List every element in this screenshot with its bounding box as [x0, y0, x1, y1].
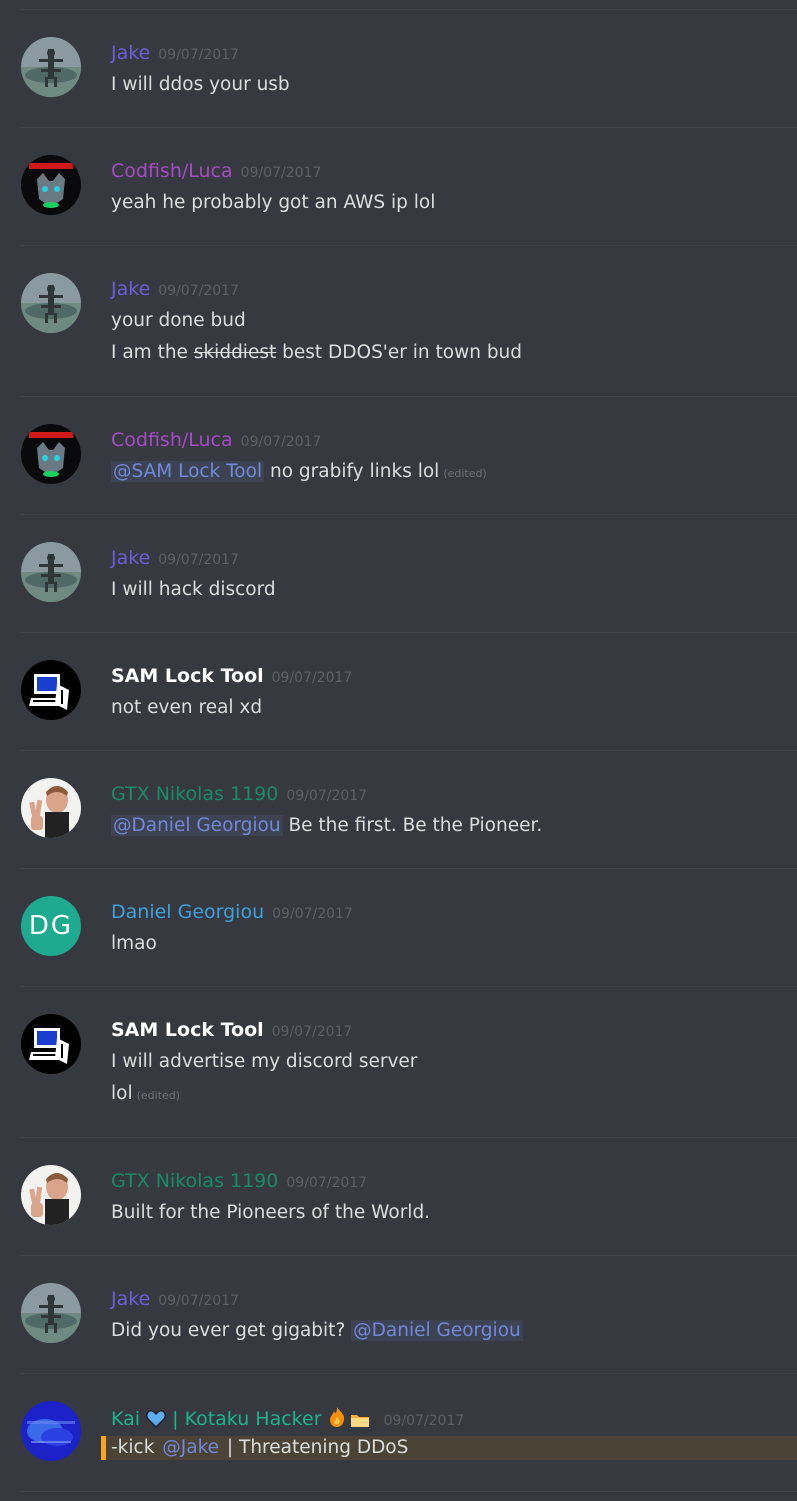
- avatar[interactable]: [21, 155, 81, 215]
- folder-icon: [350, 1411, 370, 1433]
- message-text: I am the skiddiest best DDOS'er in town …: [111, 342, 522, 363]
- user-mention[interactable]: @Daniel Georgiou: [111, 815, 283, 836]
- author-name[interactable]: Jake: [111, 1288, 150, 1310]
- message-divider: [20, 1137, 797, 1138]
- message-divider: [20, 127, 797, 128]
- text-segment: no grabify links lol: [264, 461, 440, 482]
- message-divider: [20, 396, 797, 397]
- message-header: Codfish/Luca 09/07/2017: [111, 160, 321, 182]
- author-name[interactable]: Codfish/Luca: [111, 429, 233, 451]
- message-header: Jake 09/07/2017: [111, 42, 239, 64]
- timestamp: 09/07/2017: [271, 670, 353, 686]
- message-header: Kai | Kotaku Hacker 09/07/2017: [111, 1406, 464, 1433]
- author-name[interactable]: SAM Lock Tool: [111, 665, 264, 687]
- timestamp: 09/07/2017: [286, 788, 368, 804]
- avatar[interactable]: [21, 424, 81, 484]
- avatar[interactable]: DG: [21, 896, 81, 956]
- message-text: Built for the Pioneers of the World.: [111, 1202, 431, 1223]
- chat-messages: Jake 09/07/2017 I will ddos your usb Codf…: [0, 0, 797, 1501]
- message-header: GTX Nikolas 1190 09/07/2017: [111, 1170, 367, 1192]
- avatar[interactable]: [21, 37, 81, 97]
- avatar[interactable]: [21, 1014, 81, 1074]
- text-segment: Be the first. Be the Pioneer.: [282, 815, 543, 836]
- timestamp: 09/07/2017: [158, 47, 239, 63]
- message-text: @Daniel Georgiou Be the first. Be the Pi…: [111, 815, 542, 836]
- message-text: not even real xd: [111, 697, 263, 718]
- message-text: your done bud: [111, 310, 246, 331]
- message-text: -kick @Jake | Threatening DDoS: [101, 1436, 797, 1460]
- message-text: @SAM Lock Tool no grabify links lol (edit…: [111, 461, 487, 482]
- timestamp: 09/07/2017: [158, 552, 239, 568]
- text-segment: -kick: [111, 1437, 161, 1458]
- avatar-initials: DG: [28, 911, 74, 941]
- message-text: yeah he probably got an AWS ip lol: [111, 192, 436, 213]
- timestamp: 09/07/2017: [383, 1413, 465, 1429]
- author-name[interactable]: Jake: [111, 42, 150, 64]
- message-divider: [20, 9, 797, 10]
- text-segment: best DDOS'er in town bud: [276, 342, 523, 363]
- timestamp: 09/07/2017: [271, 1024, 353, 1040]
- fire-icon: [328, 1406, 346, 1433]
- user-mention[interactable]: @SAM Lock Tool: [111, 461, 265, 482]
- author-name[interactable]: Kai | Kotaku Hacker: [111, 1406, 370, 1433]
- message-header: Jake 09/07/2017: [111, 547, 239, 569]
- message-header: Daniel Georgiou 09/07/2017: [111, 901, 353, 923]
- edited-label: (edited): [443, 467, 487, 480]
- message-divider: [20, 1373, 797, 1374]
- author-name[interactable]: Codfish/Luca: [111, 160, 233, 182]
- author-name[interactable]: Daniel Georgiou: [111, 901, 264, 923]
- avatar[interactable]: [21, 1401, 81, 1461]
- message-header: GTX Nikolas 1190 09/07/2017: [111, 783, 367, 805]
- avatar[interactable]: [21, 1283, 81, 1343]
- text-segment: | Threatening DDoS: [221, 1437, 409, 1458]
- message-header: Jake 09/07/2017: [111, 278, 239, 300]
- timestamp: 09/07/2017: [240, 434, 322, 450]
- author-name-part: | Kotaku Hacker: [166, 1408, 328, 1430]
- author-name[interactable]: Jake: [111, 547, 150, 569]
- message-text: Did you ever get gigabit? @Daniel Georgi…: [111, 1320, 523, 1341]
- avatar[interactable]: [21, 778, 81, 838]
- author-name[interactable]: Jake: [111, 278, 150, 300]
- text-segment: Did you ever get gigabit?: [111, 1320, 352, 1341]
- message-text: I will advertise my discord server: [111, 1051, 418, 1072]
- message-header: SAM Lock Tool 09/07/2017: [111, 1019, 352, 1041]
- message-header: Codfish/Luca 09/07/2017: [111, 429, 321, 451]
- author-name[interactable]: GTX Nikolas 1190: [111, 783, 278, 805]
- timestamp: 09/07/2017: [158, 1293, 239, 1309]
- message-divider: [20, 632, 797, 633]
- message-divider: [20, 245, 797, 246]
- message-header: SAM Lock Tool 09/07/2017: [111, 665, 352, 687]
- edited-label: (edited): [136, 1089, 181, 1102]
- message-divider: [20, 750, 797, 751]
- author-name-part: Kai: [111, 1408, 147, 1430]
- timestamp: 09/07/2017: [158, 283, 239, 299]
- author-name[interactable]: GTX Nikolas 1190: [111, 1170, 278, 1192]
- message-divider: [20, 1255, 797, 1256]
- message-text: I will ddos your usb: [111, 74, 290, 95]
- message-divider: [20, 514, 797, 515]
- message-divider: [20, 868, 797, 869]
- timestamp: 09/07/2017: [286, 1175, 368, 1191]
- avatar[interactable]: [21, 660, 81, 720]
- text-segment: I am the: [111, 342, 194, 363]
- avatar[interactable]: [21, 273, 81, 333]
- message-text: lol (edited): [111, 1083, 180, 1104]
- timestamp: 09/07/2017: [272, 906, 353, 922]
- strikethrough-text: skiddiest: [193, 342, 277, 363]
- message-divider: [20, 1491, 797, 1492]
- message-text: lmao: [111, 933, 157, 954]
- avatar[interactable]: [21, 542, 81, 602]
- message-text: I will hack discord: [111, 579, 276, 600]
- blue-heart-icon: [146, 1410, 166, 1433]
- message-header: Jake 09/07/2017: [111, 1288, 239, 1310]
- message-divider: [20, 986, 797, 987]
- user-mention[interactable]: @Jake: [160, 1437, 221, 1458]
- author-name[interactable]: SAM Lock Tool: [111, 1019, 264, 1041]
- user-mention[interactable]: @Daniel Georgiou: [351, 1320, 523, 1341]
- timestamp: 09/07/2017: [240, 165, 322, 181]
- avatar[interactable]: [21, 1165, 81, 1225]
- text-segment: lol: [111, 1083, 133, 1104]
